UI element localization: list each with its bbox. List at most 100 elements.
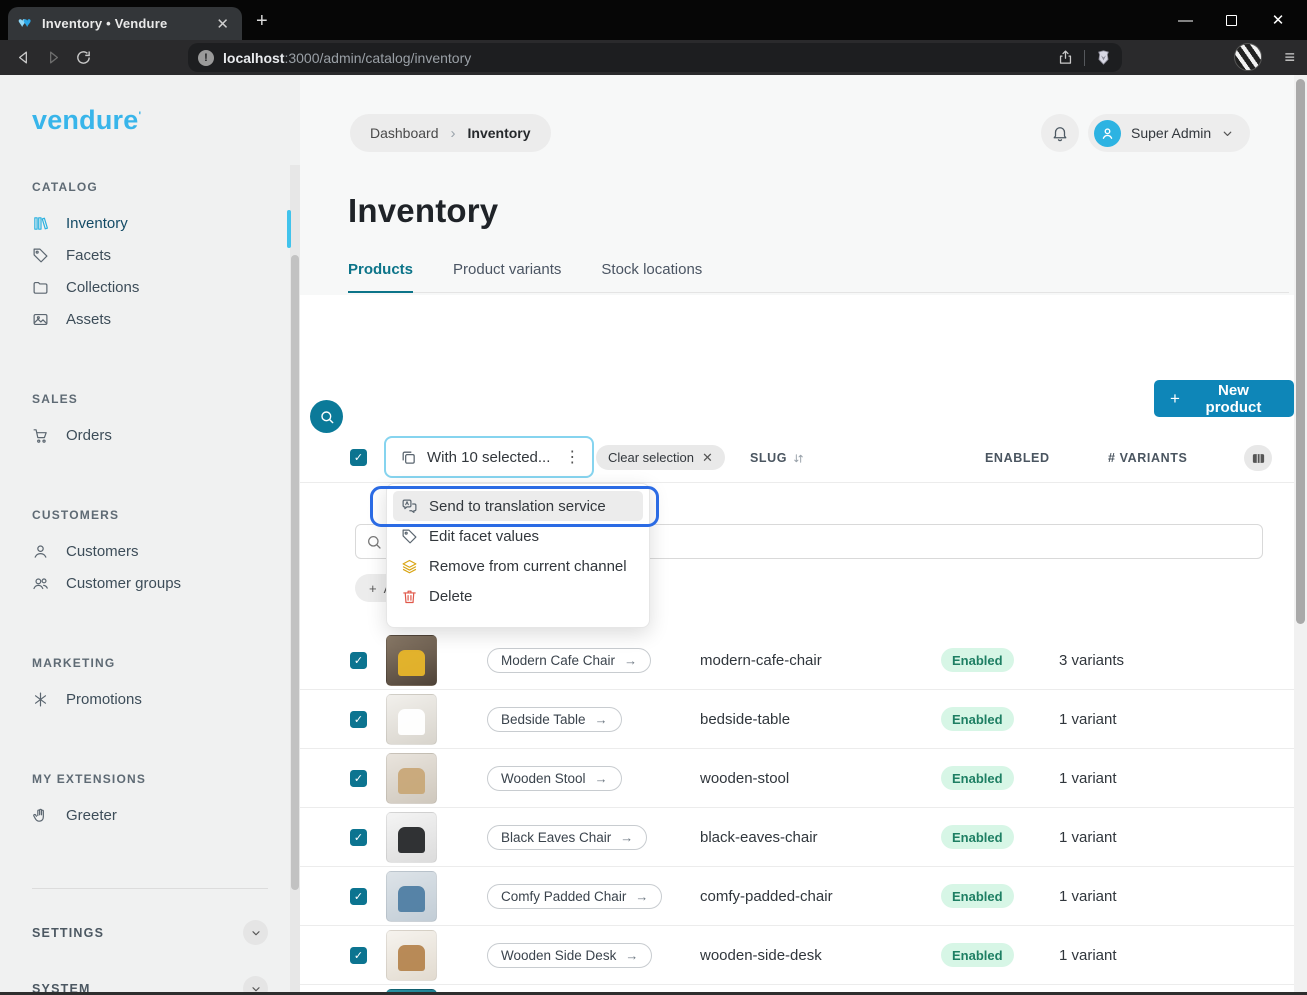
sidebar-section-heading: CUSTOMERS [32, 508, 300, 522]
library-icon [32, 215, 49, 232]
sidebar-collapsed-settings[interactable]: SETTINGS [32, 920, 268, 945]
sidebar-item-facets[interactable]: Facets [32, 239, 300, 271]
tab-product-variants[interactable]: Product variants [453, 261, 561, 293]
product-thumbnail[interactable] [386, 871, 437, 922]
status-badge: Enabled [941, 884, 1014, 908]
sidebar-item-collections[interactable]: Collections [32, 271, 300, 303]
row-checkbox[interactable]: ✓ [350, 770, 367, 787]
reload-icon[interactable] [68, 49, 98, 66]
sidebar-item-greeter[interactable]: Greeter [32, 799, 300, 831]
column-settings-button[interactable] [1244, 445, 1272, 471]
bulk-actions-button[interactable]: With 10 selected... ⋮ [384, 436, 594, 478]
bulk-actions-label: With 10 selected... [427, 449, 550, 466]
product-thumbnail[interactable] [386, 812, 437, 863]
row-checkbox[interactable]: ✓ [350, 652, 367, 669]
url-bar[interactable]: ! localhost:3000/admin/catalog/inventory [188, 43, 1122, 72]
tab-close-icon[interactable]: ✕ [213, 15, 232, 33]
minimize-icon[interactable]: — [1178, 12, 1192, 29]
chevron-down-icon[interactable] [243, 920, 268, 945]
site-info-icon[interactable]: ! [198, 50, 214, 66]
product-name-link[interactable]: Wooden Stool → [487, 766, 622, 791]
sidebar-item-customers[interactable]: Customers [32, 535, 300, 567]
user-avatar [1094, 120, 1121, 147]
sort-icon[interactable] [792, 452, 805, 465]
sidebar-item-assets[interactable]: Assets [32, 303, 300, 335]
menu-item-send-to-translation-service[interactable]: Send to translation service [393, 491, 643, 521]
sidebar-nav: CATALOG Inventory Facets Collections Ass… [0, 136, 300, 995]
product-thumbnail[interactable] [386, 694, 437, 745]
close-window-icon[interactable]: ✕ [1271, 11, 1285, 29]
product-slug: wooden-side-desk [700, 947, 941, 964]
sidebar-divider [32, 888, 268, 889]
table-row: ✓ Wooden Stool → wooden-stool Enabled 1 … [300, 749, 1294, 808]
layers-icon [401, 558, 418, 575]
row-checkbox[interactable]: ✓ [350, 947, 367, 964]
table-row: ✓ Modern Cafe Chair → modern-cafe-chair … [300, 631, 1294, 690]
product-name-link[interactable]: Modern Cafe Chair → [487, 648, 651, 673]
cart-icon [32, 427, 49, 444]
status-badge: Enabled [941, 943, 1014, 967]
product-thumbnail[interactable] [386, 930, 437, 981]
browser-profile-avatar[interactable] [1234, 43, 1262, 71]
sidebar-section-heading: MY EXTENSIONS [32, 772, 300, 786]
sidebar-item-customer-groups[interactable]: Customer groups [32, 567, 300, 599]
browser-window: ♥♥ Inventory • Vendure ✕ + — ✕ ! localho… [0, 0, 1307, 995]
bell-icon [1051, 124, 1069, 142]
browser-tab[interactable]: ♥♥ Inventory • Vendure ✕ [8, 7, 242, 40]
product-name-link[interactable]: Comfy Padded Chair → [487, 884, 662, 909]
table-header-row: ✓ With 10 selected... ⋮ Clear selection … [300, 433, 1294, 483]
share-icon[interactable] [1057, 49, 1074, 66]
column-header-slug[interactable]: SLUG [750, 451, 805, 465]
search-toggle-button[interactable] [310, 400, 343, 433]
arrow-right-icon: → [620, 830, 633, 845]
menu-item-edit-facet-values[interactable]: Edit facet values [393, 521, 643, 551]
user-name: Super Admin [1131, 125, 1211, 141]
tab-bar: Products Product variants Stock locations [348, 261, 1289, 293]
sidebar-section-heading: SALES [32, 392, 300, 406]
menu-item-remove-from-current-channel[interactable]: Remove from current channel [393, 551, 643, 581]
maximize-icon[interactable] [1226, 15, 1237, 26]
search-icon [366, 534, 382, 550]
row-checkbox[interactable]: ✓ [350, 829, 367, 846]
clear-selection-button[interactable]: Clear selection ✕ [596, 445, 725, 470]
select-all-checkbox[interactable]: ✓ [350, 449, 367, 466]
menu-item-delete[interactable]: Delete [393, 581, 643, 611]
column-header-enabled[interactable]: ENABLED [985, 451, 1050, 465]
new-product-button[interactable]: + New product [1154, 380, 1294, 417]
sidebar-section: CATALOG Inventory Facets Collections Ass… [32, 180, 300, 335]
sidebar-item-promotions[interactable]: Promotions [32, 683, 300, 715]
product-name-link[interactable]: Bedside Table → [487, 707, 622, 732]
kebab-icon[interactable]: ⋮ [564, 447, 580, 467]
variant-count: 1 variant [1059, 770, 1117, 787]
product-name-link[interactable]: Black Eaves Chair → [487, 825, 647, 850]
notifications-button[interactable] [1041, 114, 1079, 152]
product-thumbnail[interactable] [386, 635, 437, 686]
page-scrollbar[interactable] [1294, 75, 1307, 995]
sidebar-item-orders[interactable]: Orders [32, 419, 300, 451]
product-thumbnail[interactable] [386, 753, 437, 804]
new-tab-button[interactable]: + [256, 10, 268, 33]
product-name-link[interactable]: Wooden Side Desk → [487, 943, 652, 968]
table-row: ✓ Black Eaves Chair → black-eaves-chair … [300, 808, 1294, 867]
forward-icon[interactable] [38, 49, 68, 66]
brave-shield-icon[interactable] [1095, 49, 1112, 66]
copy-icon [400, 449, 417, 466]
breadcrumb-separator-icon: › [451, 125, 456, 142]
column-header-variants[interactable]: # VARIANTS [1108, 451, 1187, 465]
tab-stock-locations[interactable]: Stock locations [601, 261, 702, 293]
plus-icon: + [1170, 389, 1180, 409]
breadcrumb-dashboard[interactable]: Dashboard [370, 125, 439, 141]
tab-products[interactable]: Products [348, 261, 413, 293]
variant-count: 1 variant [1059, 829, 1117, 846]
chevron-down-icon [1221, 127, 1234, 140]
breadcrumb: Dashboard › Inventory [350, 114, 551, 152]
user-menu[interactable]: Super Admin [1088, 114, 1250, 152]
vendure-admin-app: vendure' CATALOG Inventory Facets Collec… [0, 75, 1307, 995]
sidebar-scrollbar[interactable] [290, 165, 300, 995]
trash-icon [401, 588, 418, 605]
sidebar-item-inventory[interactable]: Inventory [32, 207, 300, 239]
divider [1084, 50, 1085, 66]
row-checkbox[interactable]: ✓ [350, 711, 367, 728]
row-checkbox[interactable]: ✓ [350, 888, 367, 905]
back-icon[interactable] [8, 49, 38, 66]
